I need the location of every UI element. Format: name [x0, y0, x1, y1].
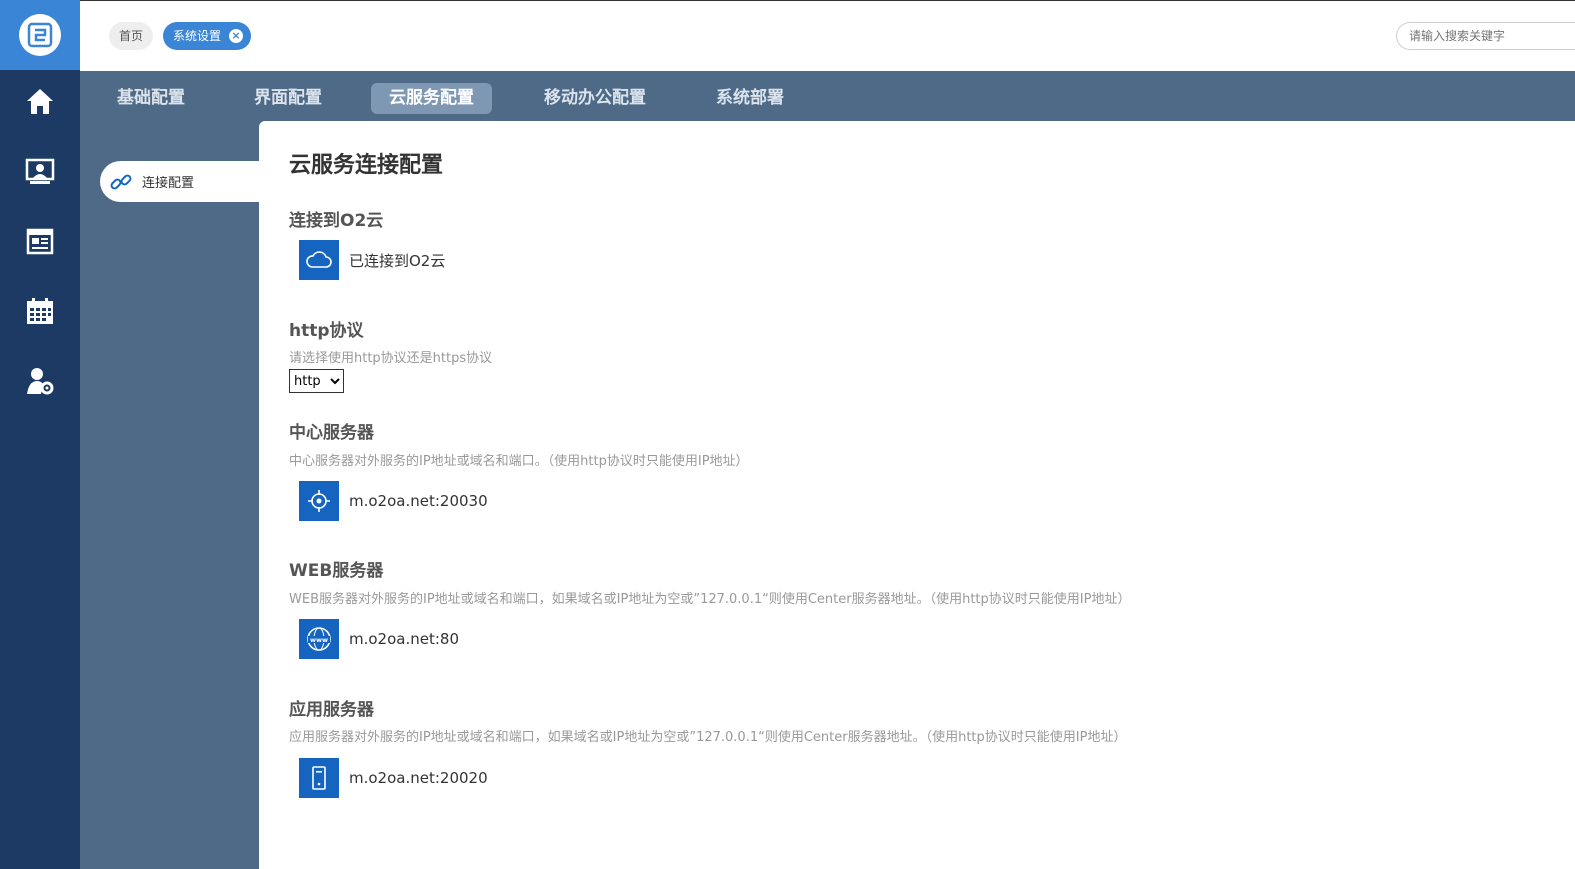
rail-news[interactable] [0, 216, 80, 266]
link-icon [110, 174, 132, 189]
server-icon [299, 758, 339, 798]
web-server-desc: WEB服务器对外服务的IP地址或域名和端口，如果域名或IP地址为空或”127.0… [289, 592, 1131, 607]
rail-contacts[interactable] [0, 146, 80, 196]
http-desc: 请选择使用http协议还是https协议 [289, 351, 493, 366]
app-server-row[interactable]: m.o2oa.net:20020 [299, 758, 488, 798]
content-panel: 云服务连接配置 连接到O2云 已连接到O2云 http协议 请选择使用http协… [259, 121, 1575, 869]
protocol-select[interactable]: http [289, 369, 344, 393]
crosshair-icon [299, 481, 339, 521]
connect-status: 已连接到O2云 [349, 251, 446, 270]
tab-basic-config[interactable]: 基础配置 [99, 83, 203, 114]
page-title: 云服务连接配置 [289, 153, 444, 178]
logo-icon [19, 14, 61, 56]
http-title: http协议 [289, 321, 364, 341]
search-input[interactable] [1396, 22, 1575, 50]
connect-title: 连接到O2云 [289, 211, 384, 231]
app-server-value: m.o2oa.net:20020 [349, 769, 488, 787]
cloud-icon [299, 240, 339, 280]
crumb-home[interactable]: 首页 [109, 22, 154, 50]
rail-user-settings[interactable] [0, 356, 80, 406]
crumb-label: 系统设置 [173, 29, 222, 43]
left-rail [0, 0, 80, 869]
news-icon [26, 228, 54, 255]
crumb-system-settings[interactable]: 系统设置 × [163, 22, 252, 50]
calendar-icon [27, 298, 53, 324]
tab-ui-config[interactable]: 界面配置 [236, 83, 340, 114]
close-icon[interactable]: × [229, 29, 244, 43]
web-server-value: m.o2oa.net:80 [349, 630, 459, 648]
home-icon [27, 89, 53, 114]
top-bar: 首页 系统设置 × [80, 0, 1575, 71]
tab-mobile-config[interactable]: 移动办公配置 [526, 83, 664, 114]
center-server-row[interactable]: m.o2oa.net:20030 [299, 481, 488, 521]
web-server-row[interactable]: www m.o2oa.net:80 [299, 619, 459, 659]
www-icon: www [299, 619, 339, 659]
center-server-desc: 中心服务器对外服务的IP地址或域名和端口。（使用http协议时只能使用IP地址） [289, 454, 749, 469]
center-server-title: 中心服务器 [289, 423, 374, 443]
user-settings-icon [27, 368, 54, 395]
tab-system-deploy[interactable]: 系统部署 [698, 83, 802, 114]
connect-status-row[interactable]: 已连接到O2云 [299, 240, 445, 280]
rail-home[interactable] [0, 76, 80, 126]
sidemenu-item-connection[interactable]: 连接配置 [100, 161, 259, 202]
app-logo[interactable] [0, 0, 80, 70]
center-server-value: m.o2oa.net:20030 [349, 492, 488, 510]
tab-bar: 基础配置 界面配置 云服务配置 移动办公配置 系统部署 [80, 71, 1575, 121]
svg-text:www: www [310, 636, 328, 644]
web-server-title: WEB服务器 [289, 561, 384, 581]
contact-card-icon [25, 158, 55, 184]
rail-calendar[interactable] [0, 286, 80, 336]
app-server-desc: 应用服务器对外服务的IP地址或域名和端口，如果域名或IP地址为空或”127.0.… [289, 730, 1127, 745]
sidemenu-item-label: 连接配置 [142, 176, 195, 191]
app-server-title: 应用服务器 [289, 700, 374, 720]
tab-cloud-config[interactable]: 云服务配置 [371, 83, 492, 114]
